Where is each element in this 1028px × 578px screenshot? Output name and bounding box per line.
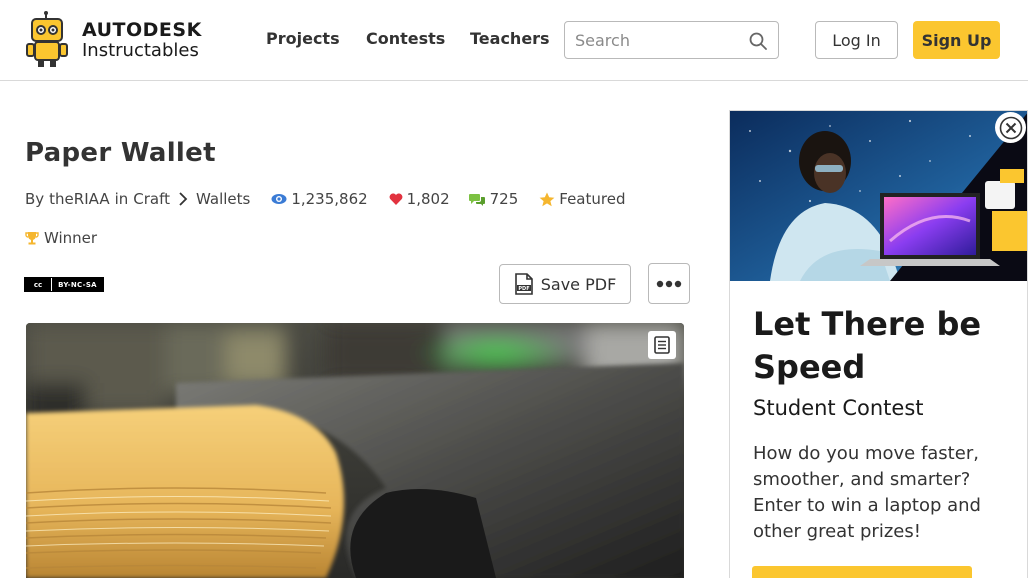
search-icon[interactable] [748, 31, 768, 51]
save-pdf-button[interactable]: PDF Save PDF [499, 264, 631, 304]
trophy-icon [25, 232, 39, 245]
site-header: AUTODESK Instructables Projects Contests… [0, 0, 1028, 81]
more-options-button[interactable] [648, 263, 690, 304]
ad-description: How do you move faster, smoother, and sm… [753, 443, 981, 542]
nav-contests[interactable]: Contests [366, 29, 445, 48]
author-link[interactable]: theRIAA [49, 190, 109, 208]
comments-stat[interactable]: 725 [468, 190, 519, 208]
article-meta: By theRIAA in Craft Wallets 1,235,862 1,… [25, 189, 625, 209]
svg-text:PDF: PDF [518, 286, 529, 292]
search-box [564, 21, 779, 59]
cc-icon: cc [25, 278, 51, 291]
search-input[interactable] [575, 30, 740, 50]
pdf-file-icon: PDF [514, 273, 533, 295]
hero-image[interactable] [26, 323, 684, 578]
chevron-right-icon [179, 192, 188, 206]
by-prefix: By [25, 190, 45, 208]
views-count: 1,235,862 [291, 190, 368, 208]
instructables-robot-icon [26, 11, 68, 67]
list-view-icon [654, 336, 670, 354]
license-type: BY-NC-SA [51, 278, 103, 291]
close-icon [999, 116, 1022, 139]
winner-label: Winner [44, 229, 98, 247]
winner-badge: Winner [25, 229, 97, 247]
login-button[interactable]: Log In [815, 21, 898, 59]
contest-ad-image [730, 111, 1027, 281]
ad-title: Let There be Speed [753, 305, 982, 386]
featured-label: Featured [559, 190, 626, 208]
license-badge[interactable]: cc BY-NC-SA [24, 277, 104, 292]
signup-button[interactable]: Sign Up [913, 21, 1000, 59]
nav-teachers[interactable]: Teachers [470, 29, 550, 48]
star-icon [539, 192, 555, 206]
in-word: in [114, 190, 129, 208]
site-logo[interactable]: AUTODESK Instructables [26, 10, 206, 70]
page-title: Paper Wallet [25, 138, 216, 168]
subcategory-link[interactable]: Wallets [196, 190, 250, 208]
logo-brand-bottom: Instructables [82, 39, 199, 61]
comments-count: 725 [489, 190, 519, 208]
eye-icon [271, 194, 287, 204]
category-link[interactable]: Craft [133, 190, 170, 208]
ad-subtitle: Student Contest [753, 396, 924, 420]
heart-icon [389, 193, 403, 205]
more-options-icon [656, 280, 682, 287]
views-stat: 1,235,862 [271, 190, 368, 208]
featured-stat: Featured [539, 190, 625, 208]
ad-cta-button[interactable] [752, 566, 972, 578]
paper-wallet-photo [26, 323, 684, 578]
comment-bubbles-icon [468, 193, 485, 206]
save-pdf-label: Save PDF [540, 274, 617, 294]
nav-projects[interactable]: Projects [266, 29, 340, 48]
hero-view-toggle[interactable] [648, 331, 676, 359]
logo-brand-top: AUTODESK [82, 18, 202, 41]
favorites-stat: 1,802 [389, 190, 450, 208]
logo-wordmark: AUTODESK Instructables [82, 18, 202, 61]
favorites-count: 1,802 [406, 190, 450, 208]
close-ad-button[interactable] [995, 112, 1026, 143]
